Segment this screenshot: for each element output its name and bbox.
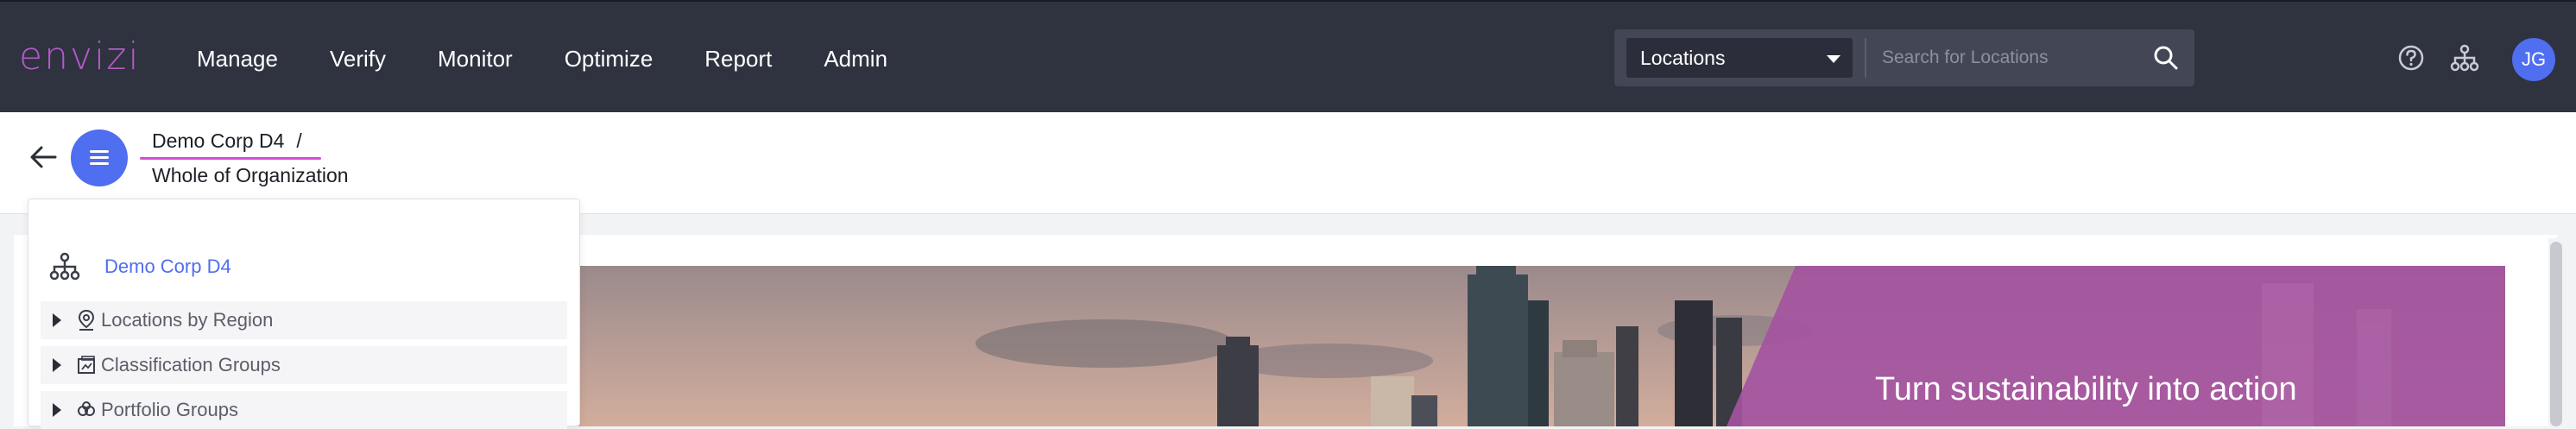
hierarchy-icon	[49, 252, 80, 281]
hierarchy-icon[interactable]	[2450, 43, 2479, 73]
hierarchy-menu-button[interactable]	[71, 129, 128, 186]
search-scope-select[interactable]: Locations	[1626, 38, 1853, 78]
nav-item-manage[interactable]: Manage	[197, 40, 278, 78]
tree-root-item[interactable]: Demo Corp D4	[49, 251, 231, 282]
banner-headline: Turn sustainability into action	[1875, 371, 2297, 407]
main-nav: Manage Verify Monitor Optimize Report Ad…	[197, 40, 939, 78]
nav-item-monitor[interactable]: Monitor	[438, 40, 513, 78]
breadcrumb-current: Whole of Organization	[152, 164, 349, 186]
breadcrumb-separator: /	[296, 129, 302, 152]
back-arrow-icon[interactable]	[26, 140, 60, 174]
hierarchy-tree-panel: Demo Corp D4 Locations by Region Classif…	[28, 199, 580, 429]
tree-item-label: Portfolio Groups	[101, 399, 238, 420]
classification-icon	[78, 356, 95, 374]
envizi-logo[interactable]: envizi	[19, 35, 141, 79]
tree-item-portfolio-groups[interactable]: Portfolio Groups	[41, 391, 567, 429]
tree-item-label: Classification Groups	[101, 354, 281, 375]
tree-root-label: Demo Corp D4	[104, 256, 231, 277]
tree-item-locations-by-region[interactable]: Locations by Region	[41, 301, 567, 339]
portfolio-icon	[78, 401, 95, 416]
tree-item-label: Locations by Region	[101, 309, 274, 331]
caret-right-icon[interactable]	[53, 313, 61, 327]
caret-right-icon[interactable]	[53, 403, 61, 417]
user-avatar[interactable]: JG	[2512, 38, 2555, 81]
location-pin-icon	[78, 309, 95, 331]
search-scope-value: Locations	[1640, 47, 1726, 69]
tree-item-classification-groups[interactable]: Classification Groups	[41, 346, 567, 384]
breadcrumb-active-underline	[140, 157, 321, 160]
nav-item-verify[interactable]: Verify	[330, 40, 386, 78]
search-icon[interactable]	[2151, 43, 2181, 73]
search-input[interactable]	[1873, 38, 2150, 78]
caret-right-icon[interactable]	[53, 358, 61, 372]
search-divider	[1865, 38, 1866, 78]
breadcrumb[interactable]: Demo Corp D4 /	[152, 129, 302, 153]
caret-down-icon	[1827, 55, 1840, 63]
breadcrumb-org[interactable]: Demo Corp D4	[152, 129, 284, 152]
nav-item-admin[interactable]: Admin	[824, 40, 887, 78]
content-scrollbar-thumb[interactable]	[2550, 242, 2562, 426]
search-box: Locations	[1614, 29, 2194, 86]
top-navigation-bar: envizi Manage Verify Monitor Optimize Re…	[0, 0, 2576, 112]
nav-item-optimize[interactable]: Optimize	[565, 40, 653, 78]
nav-item-report[interactable]: Report	[704, 40, 772, 78]
help-icon[interactable]	[2396, 43, 2426, 73]
